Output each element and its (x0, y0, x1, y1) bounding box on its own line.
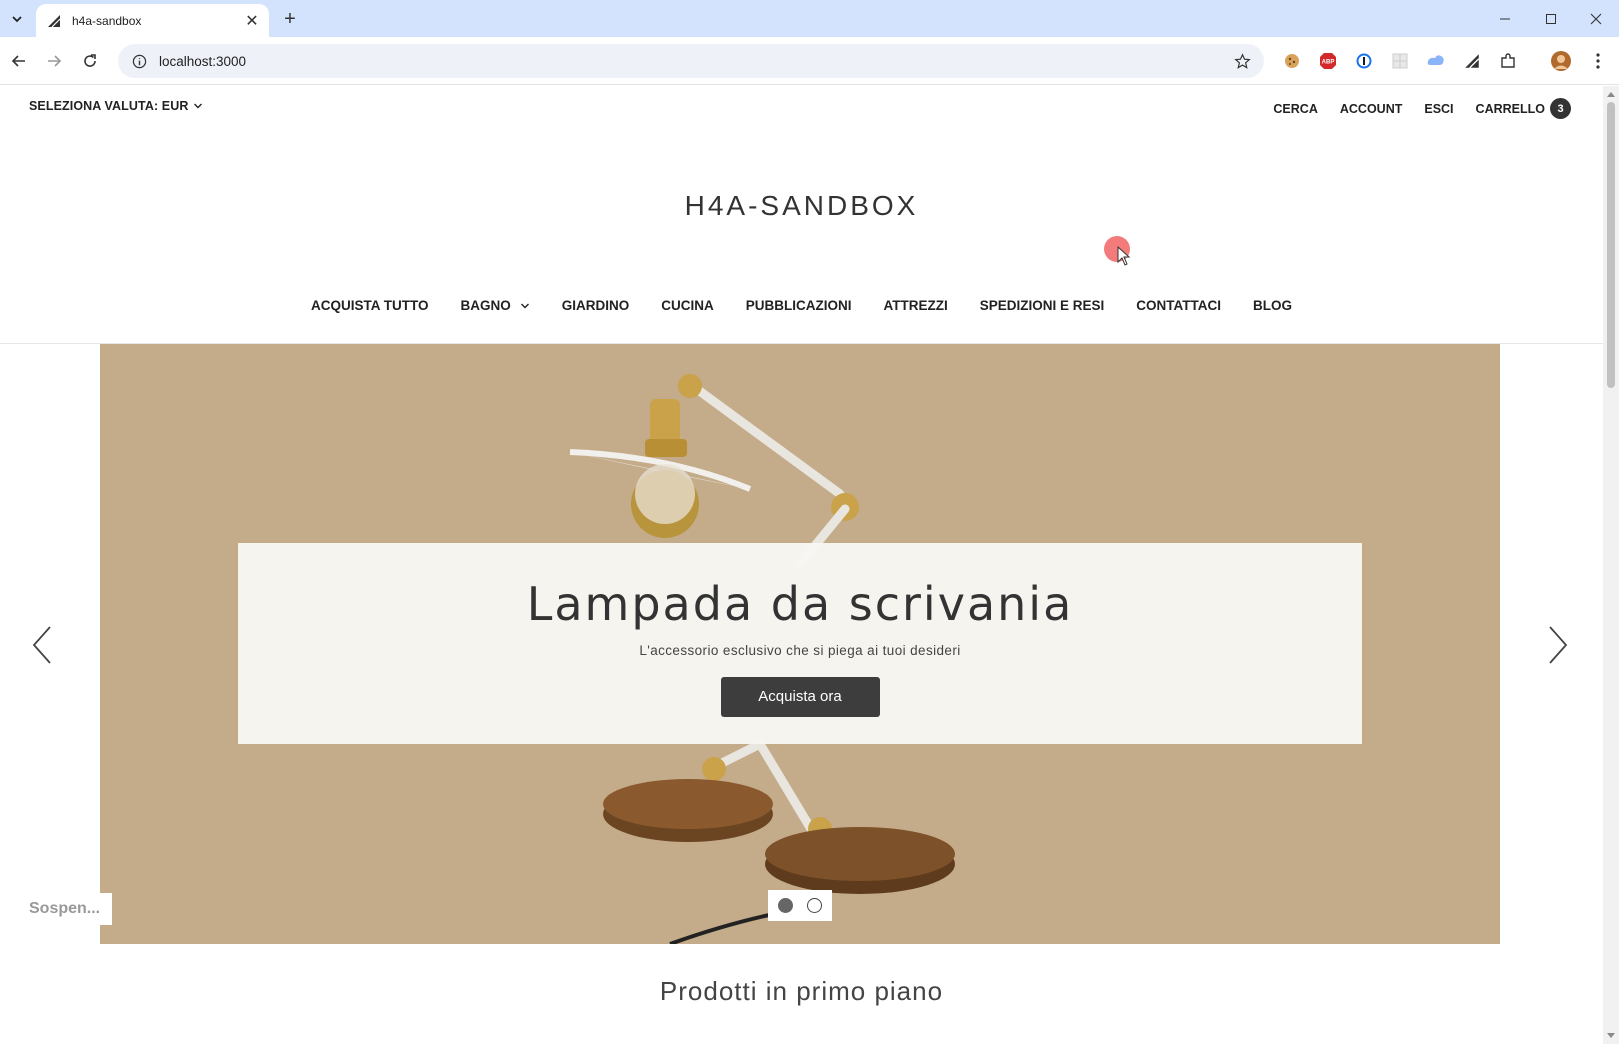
arrow-right-icon[interactable] (1540, 620, 1576, 670)
window-close-icon[interactable] (1573, 0, 1619, 37)
arrow-left-icon[interactable] (24, 620, 60, 670)
nav-item-shop-all[interactable]: ACQUISTA TUTTO (311, 298, 429, 313)
site-favicon (48, 14, 61, 27)
nav-item-publications[interactable]: PUBBLICAZIONI (746, 298, 852, 313)
browser-tab[interactable]: h4a-sandbox ✕ (36, 4, 269, 37)
web-page: SELEZIONA VALUTA: EUR CERCA ACCOUNT ESCI… (0, 86, 1603, 1044)
close-icon[interactable]: ✕ (241, 10, 263, 32)
url-text[interactable]: localhost:3000 (159, 54, 1230, 69)
cart-count-badge: 3 (1550, 98, 1571, 119)
reload-icon[interactable] (78, 49, 102, 73)
hero-caption: Lampada da scrivania L'accessorio esclus… (238, 543, 1362, 744)
main-navigation: ACQUISTA TUTTO BAGNO GIARDINO CUCINA PUB… (0, 298, 1603, 313)
scrollbar-thumb[interactable] (1607, 102, 1615, 388)
cart-label: CARRELLO (1475, 101, 1545, 116)
carousel-dot-2[interactable] (807, 898, 822, 913)
bookmark-star-icon[interactable] (1230, 49, 1254, 73)
more-menu-icon[interactable] (1587, 50, 1609, 72)
cloud-extension-icon[interactable] (1425, 50, 1447, 72)
brand-extension-icon[interactable] (1461, 50, 1483, 72)
carousel-dots (768, 890, 832, 921)
account-links: CERCA ACCOUNT ESCI CARRELLO 3 (1273, 98, 1571, 119)
nav-item-label: BAGNO (460, 298, 511, 313)
nav-item-contact[interactable]: CONTATTACI (1136, 298, 1221, 313)
search-link[interactable]: CERCA (1273, 102, 1317, 116)
nav-item-kitchen[interactable]: CUCINA (661, 298, 714, 313)
forward-icon[interactable] (42, 49, 66, 73)
page-scrollbar[interactable] (1603, 86, 1619, 1044)
nav-item-tools[interactable]: ATTREZZI (883, 298, 947, 313)
currency-selector[interactable]: SELEZIONA VALUTA: EUR (29, 99, 203, 113)
svg-text:ABP: ABP (1322, 60, 1335, 66)
store-logo[interactable]: H4A-SANDBOX (0, 190, 1603, 222)
cart-link[interactable]: CARRELLO 3 (1476, 98, 1571, 119)
browser-tab-strip: h4a-sandbox ✕ + (0, 0, 1619, 37)
logout-link[interactable]: ESCI (1424, 102, 1453, 116)
plus-icon[interactable]: + (278, 7, 302, 31)
site-info-icon[interactable] (132, 54, 147, 69)
tab-title: h4a-sandbox (72, 13, 142, 28)
carousel-dot-1[interactable] (778, 898, 793, 913)
minimize-icon[interactable] (1482, 0, 1528, 37)
chevron-down-icon (12, 16, 22, 23)
scroll-up-icon[interactable] (1603, 88, 1619, 100)
chevron-down-icon (193, 103, 202, 109)
back-icon[interactable] (7, 49, 31, 73)
password-extension-icon[interactable] (1353, 50, 1375, 72)
currency-label: SELEZIONA VALUTA: EUR (29, 99, 189, 113)
nav-item-garden[interactable]: GIARDINO (562, 298, 630, 313)
grid-extension-icon[interactable] (1389, 50, 1411, 72)
nav-item-shipping[interactable]: SPEDIZIONI E RESI (980, 298, 1105, 313)
profile-avatar-icon[interactable] (1550, 50, 1572, 72)
hero-subtitle: L'accessorio esclusivo che si piega ai t… (639, 643, 961, 658)
nav-item-bath[interactable]: BAGNO (460, 298, 529, 313)
maximize-icon[interactable] (1528, 0, 1574, 37)
nav-item-blog[interactable]: BLOG (1253, 298, 1292, 313)
tab-search-button[interactable] (5, 7, 29, 31)
extensions-icon[interactable] (1497, 50, 1519, 72)
hero-title: Lampada da scrivania (526, 577, 1074, 631)
cookie-extension-icon[interactable] (1281, 50, 1303, 72)
utility-bar: SELEZIONA VALUTA: EUR CERCA ACCOUNT ESCI… (0, 86, 1603, 132)
browser-toolbar: localhost:3000 ABP (0, 37, 1619, 85)
adblock-extension-icon[interactable]: ABP (1317, 50, 1339, 72)
scroll-down-icon[interactable] (1603, 1030, 1619, 1042)
featured-products-heading: Prodotti in primo piano (659, 976, 944, 1006)
mouse-pointer-icon (1117, 246, 1131, 266)
hero-carousel[interactable]: Lampada da scrivania L'accessorio esclus… (100, 344, 1500, 944)
shop-now-button[interactable]: Acquista ora (720, 677, 880, 717)
chevron-down-icon (520, 303, 529, 308)
account-link[interactable]: ACCOUNT (1340, 102, 1403, 116)
pause-carousel-button[interactable]: Sospen... (20, 893, 112, 925)
address-bar[interactable]: localhost:3000 (118, 44, 1264, 78)
